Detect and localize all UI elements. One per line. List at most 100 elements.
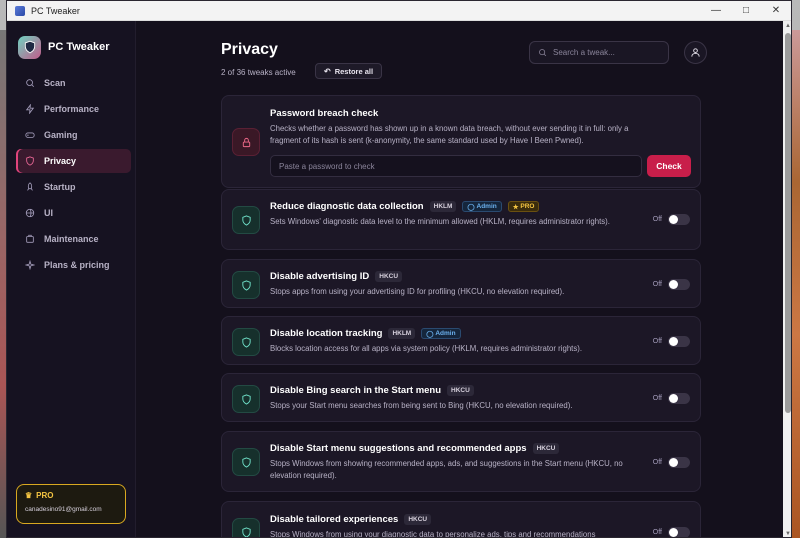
check-button[interactable]: Check xyxy=(647,155,691,177)
tweak-title-text: Disable location tracking xyxy=(270,328,383,339)
active-count: 2 of 36 tweaks active xyxy=(221,68,296,77)
tweak-title-text: Disable advertising ID xyxy=(270,271,370,282)
account-email: canadesino91@gmail.com xyxy=(25,506,102,513)
tweak-description: Stops apps from using your advertising I… xyxy=(270,287,565,296)
tweak-description: Stops your Start menu searches from bein… xyxy=(270,401,573,410)
desktop-edge-right xyxy=(792,30,800,538)
tweak-toggle[interactable] xyxy=(668,457,690,468)
app-window: PC Tweaker — □ ✕ PC Tweaker Scan Perform… xyxy=(6,0,792,538)
toggle-state-label: Off xyxy=(652,529,662,536)
tweak-card: Disable tailored experiences HKCU Stops … xyxy=(221,501,701,538)
scroll-up-arrow-icon[interactable]: ▲ xyxy=(783,21,791,31)
tweak-description: Sets Windows' diagnostic data level to t… xyxy=(270,217,610,226)
tag-admin-label: Admin xyxy=(476,203,497,210)
tweak-toggle[interactable] xyxy=(668,336,690,347)
shield-icon xyxy=(241,526,251,537)
tweak-toggle-group: Off xyxy=(653,279,690,290)
app-icon xyxy=(15,5,25,16)
tag-admin-label: Admin xyxy=(435,330,456,337)
sidebar: PC Tweaker Scan Performance Gaming Priva… xyxy=(7,21,136,537)
sidebar-item-label: Plans & pricing xyxy=(44,260,110,270)
lock-icon xyxy=(242,137,250,147)
shield-icon xyxy=(241,214,251,226)
tweak-card: Disable Bing search in the Start menu HK… xyxy=(221,373,701,422)
tweak-toggle[interactable] xyxy=(668,279,690,290)
sidebar-item-label: Gaming xyxy=(44,130,78,140)
tweak-description: Stops Windows from using your diagnostic… xyxy=(270,530,596,538)
sidebar-item-maintenance[interactable]: Maintenance xyxy=(16,227,131,251)
sidebar-item-label: Maintenance xyxy=(44,234,99,244)
tag-hklm: HKLM xyxy=(429,201,457,212)
user-account-button[interactable] xyxy=(684,41,707,64)
sidebar-item-label: Startup xyxy=(44,182,76,192)
shield-icon xyxy=(241,456,251,468)
tweak-card: Disable location tracking HKLM ◯ Admin B… xyxy=(221,316,701,365)
pro-label: PRO xyxy=(36,491,54,500)
shield-icon xyxy=(26,156,34,166)
toggle-state-label: Off xyxy=(652,395,662,402)
tweak-title-text: Disable tailored experiences xyxy=(270,514,399,525)
close-button[interactable]: ✕ xyxy=(761,1,791,20)
user-icon xyxy=(691,48,700,57)
tweak-card: Disable Start menu suggestions and recom… xyxy=(221,431,701,492)
sidebar-item-startup[interactable]: Startup xyxy=(16,175,131,199)
vertical-scrollbar[interactable]: ▲ ▼ xyxy=(783,21,791,537)
wrench-icon xyxy=(26,234,34,243)
tag-pro-label: PRO xyxy=(520,203,535,210)
toggle-state-label: Off xyxy=(652,459,662,466)
shield-icon-box xyxy=(232,518,260,537)
search-box[interactable] xyxy=(529,41,669,64)
toggle-state-label: Off xyxy=(652,216,662,223)
sidebar-item-performance[interactable]: Performance xyxy=(16,97,131,121)
tweak-toggle-group: Off xyxy=(653,393,690,404)
tag-admin: ◯ Admin xyxy=(462,201,502,212)
restore-icon: ↶ xyxy=(324,66,331,76)
sidebar-item-gaming[interactable]: Gaming xyxy=(16,123,131,147)
shield-icon xyxy=(241,336,251,348)
tweak-title-text: Disable Start menu suggestions and recom… xyxy=(270,443,527,454)
search-input[interactable] xyxy=(553,48,663,57)
main-content: Privacy 2 of 36 tweaks active ↶ Restore … xyxy=(137,21,791,538)
sidebar-item-scan[interactable]: Scan xyxy=(16,71,131,95)
restore-all-button[interactable]: ↶ Restore all xyxy=(315,63,383,79)
tag-hkcu: HKCU xyxy=(447,385,474,396)
tweak-card: Disable advertising ID HKCU Stops apps f… xyxy=(221,259,701,308)
breach-description: Checks whether a password has shown up i… xyxy=(270,124,629,145)
maximize-button[interactable]: □ xyxy=(731,1,761,20)
shield-icon-box xyxy=(232,271,260,299)
tweak-toggle[interactable] xyxy=(668,214,690,225)
minimize-button[interactable]: — xyxy=(701,1,731,20)
scroll-down-arrow-icon[interactable]: ▼ xyxy=(783,529,791,537)
sidebar-nav: Scan Performance Gaming Privacy Startup … xyxy=(7,71,135,277)
tweak-title: Disable tailored experiences HKCU xyxy=(270,514,432,525)
tweak-toggle[interactable] xyxy=(668,527,690,537)
sidebar-item-label: Privacy xyxy=(44,156,77,166)
sidebar-item-label: Scan xyxy=(44,78,66,88)
toggle-state-label: Off xyxy=(652,338,662,345)
tweak-title: Disable Start menu suggestions and recom… xyxy=(270,443,560,454)
password-breach-card: Password breach check Checks whether a p… xyxy=(221,95,701,188)
breach-title: Password breach check xyxy=(270,108,379,119)
shield-icon-box xyxy=(232,328,260,356)
scrollbar-thumb[interactable] xyxy=(785,33,791,413)
sidebar-item-plans[interactable]: Plans & pricing xyxy=(16,253,131,277)
tag-pro: ★ PRO xyxy=(507,201,540,212)
toggle-state-label: Off xyxy=(652,281,662,288)
tweak-title-text: Reduce diagnostic data collection xyxy=(270,201,424,212)
gamepad-icon xyxy=(25,132,35,138)
shield-logo-icon xyxy=(18,35,41,59)
sidebar-item-privacy[interactable]: Privacy xyxy=(16,149,131,173)
tweak-title: Disable advertising ID HKCU xyxy=(270,271,403,282)
shield-icon-box xyxy=(232,206,260,234)
password-input[interactable] xyxy=(270,155,642,177)
tweak-description: Blocks location access for all apps via … xyxy=(270,344,582,353)
crown-icon: ♛ xyxy=(25,491,33,500)
tweak-title: Reduce diagnostic data collection HKLM ◯… xyxy=(270,201,540,212)
rocket-icon xyxy=(27,182,33,191)
pro-account-card[interactable]: ♛ PRO canadesino91@gmail.com xyxy=(16,484,126,524)
tweak-toggle-group: Off xyxy=(653,214,690,225)
sidebar-item-ui[interactable]: UI xyxy=(16,201,131,225)
shield-icon-box xyxy=(232,385,260,413)
tweak-toggle[interactable] xyxy=(668,393,690,404)
sparkle-icon xyxy=(25,260,35,270)
